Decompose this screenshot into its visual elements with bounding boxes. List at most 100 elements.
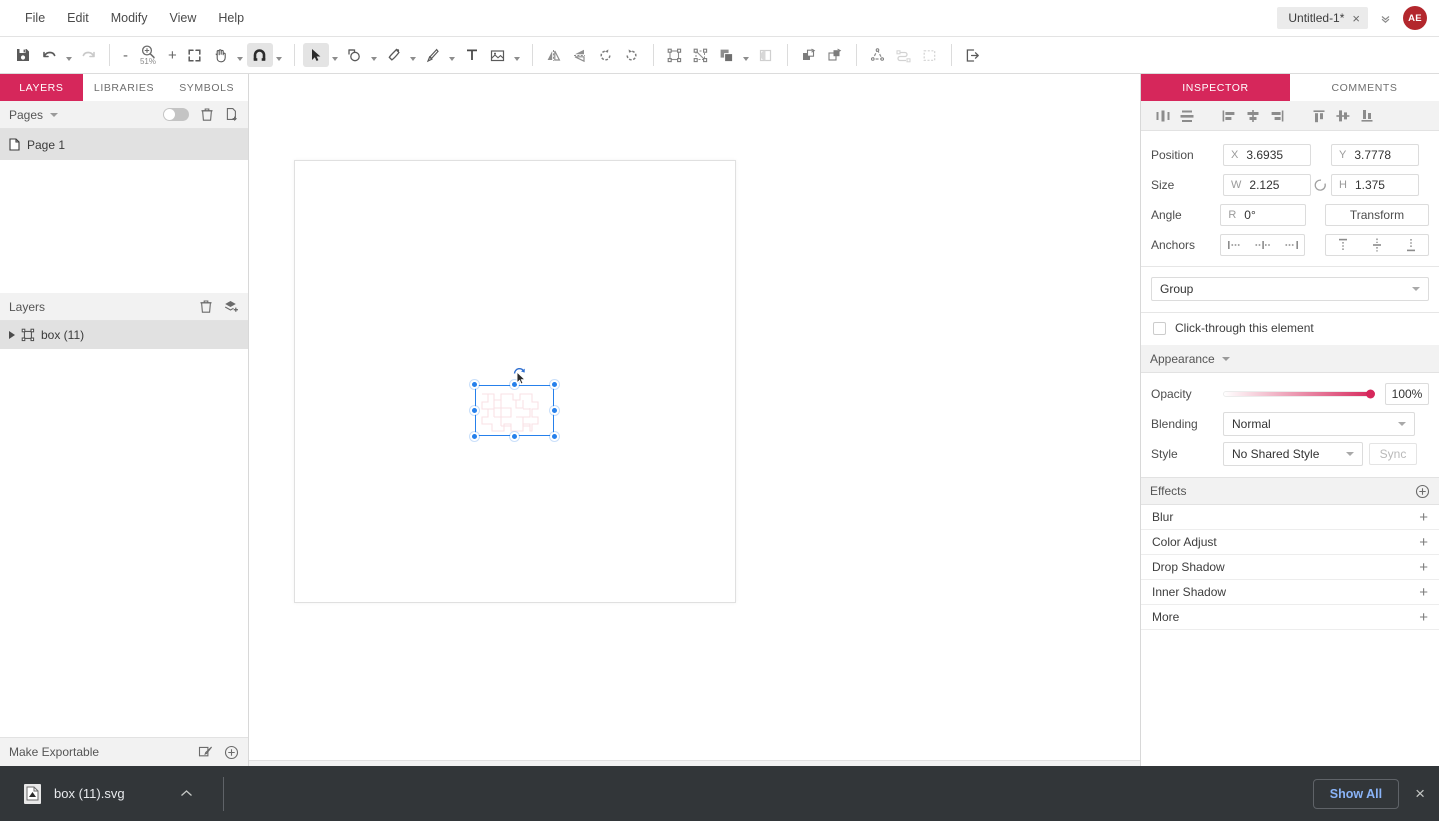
menu-edit[interactable]: Edit: [56, 7, 100, 29]
opacity-slider[interactable]: [1223, 389, 1375, 399]
bring-forward-icon[interactable]: [796, 43, 822, 67]
brush-icon[interactable]: [420, 43, 446, 67]
resize-handle-bottom-center[interactable]: [510, 432, 519, 441]
text-icon[interactable]: [459, 43, 485, 67]
image-tool-caret[interactable]: [511, 43, 524, 67]
add-page-icon[interactable]: [225, 107, 239, 122]
canvas-area[interactable]: [249, 74, 1140, 766]
click-through-checkbox[interactable]: [1153, 321, 1166, 335]
document-tab[interactable]: Untitled-1* ×: [1277, 7, 1368, 29]
page-item-page-1[interactable]: Page 1: [0, 129, 248, 160]
slice-icon[interactable]: [198, 745, 213, 759]
anchor-center-horizontal-icon[interactable]: [1250, 235, 1276, 255]
zoom-in-button[interactable]: +: [163, 47, 182, 64]
save-icon[interactable]: [10, 43, 36, 67]
selection-bounding-box[interactable]: [470, 368, 559, 441]
anchor-left-icon[interactable]: [1222, 235, 1248, 255]
object-type-select[interactable]: Group: [1151, 277, 1429, 301]
select-arrow-icon[interactable]: [302, 43, 329, 67]
tab-libraries[interactable]: LIBRARIES: [82, 74, 166, 101]
select-tool-caret[interactable]: [329, 43, 342, 67]
export-icon[interactable]: [960, 43, 986, 67]
close-icon[interactable]: ×: [1352, 12, 1360, 25]
close-icon[interactable]: ×: [1415, 785, 1425, 802]
tab-layers[interactable]: LAYERS: [0, 74, 83, 101]
pen-tool-caret[interactable]: [407, 43, 420, 67]
size-width-field[interactable]: W 2.125: [1223, 174, 1311, 196]
add-effect-icon[interactable]: +: [1419, 585, 1428, 600]
shape-icon[interactable]: [342, 43, 368, 67]
zoom-level-control[interactable]: 51%: [133, 44, 163, 66]
effect-item-drop-shadow[interactable]: Drop Shadow +: [1141, 555, 1439, 580]
artboard[interactable]: [294, 160, 736, 603]
size-height-field[interactable]: H 1.375: [1331, 174, 1419, 196]
resize-handle-top-right[interactable]: [550, 380, 559, 389]
opacity-slider-knob[interactable]: [1366, 389, 1375, 399]
opacity-value-field[interactable]: 100%: [1385, 383, 1429, 405]
snap-options-caret[interactable]: [273, 43, 286, 67]
anchor-top-icon[interactable]: [1330, 235, 1356, 255]
effect-item-blur[interactable]: Blur +: [1141, 505, 1439, 530]
image-icon[interactable]: [485, 43, 511, 67]
hand-tool-caret[interactable]: [234, 43, 247, 67]
distribute-vertical-icon[interactable]: [1175, 105, 1199, 127]
group-icon[interactable]: [662, 43, 688, 67]
resize-handle-middle-right[interactable]: [550, 406, 559, 415]
anchor-right-icon[interactable]: [1278, 235, 1304, 255]
rotate-ccw-icon[interactable]: [593, 43, 619, 67]
magnet-snap-icon[interactable]: [246, 43, 273, 67]
distribute-horizontal-icon[interactable]: [1151, 105, 1175, 127]
chevron-down-icon[interactable]: [1221, 356, 1230, 361]
hand-icon[interactable]: [208, 43, 234, 67]
undo-history-caret[interactable]: [62, 43, 75, 67]
send-backward-icon[interactable]: [822, 43, 848, 67]
plus-circle-icon[interactable]: [1415, 484, 1430, 499]
align-right-icon[interactable]: [1265, 105, 1289, 127]
anchor-bottom-icon[interactable]: [1398, 235, 1424, 255]
menu-modify[interactable]: Modify: [100, 7, 159, 29]
chevron-down-icon[interactable]: [50, 112, 59, 117]
add-effect-icon[interactable]: +: [1419, 610, 1428, 625]
resize-handle-bottom-left[interactable]: [470, 432, 479, 441]
layer-item-box-11[interactable]: box (11): [0, 321, 248, 349]
menu-help[interactable]: Help: [207, 7, 255, 29]
resize-handle-top-left[interactable]: [470, 380, 479, 389]
align-top-icon[interactable]: [1307, 105, 1331, 127]
download-item[interactable]: box (11).svg: [14, 783, 193, 804]
expand-triangle-icon[interactable]: [9, 331, 15, 339]
anchor-middle-vertical-icon[interactable]: [1364, 235, 1390, 255]
chevron-up-icon[interactable]: [180, 789, 193, 798]
plus-circle-icon[interactable]: [224, 745, 239, 760]
effect-item-more[interactable]: More +: [1141, 605, 1439, 630]
tab-comments[interactable]: COMMENTS: [1290, 74, 1439, 101]
shape-tool-caret[interactable]: [368, 43, 381, 67]
align-center-icon[interactable]: [1241, 105, 1265, 127]
style-select[interactable]: No Shared Style: [1223, 442, 1363, 466]
fit-screen-icon[interactable]: [182, 43, 208, 67]
pages-visibility-toggle[interactable]: [163, 108, 189, 121]
blending-select[interactable]: Normal: [1223, 412, 1415, 436]
align-left-icon[interactable]: [1217, 105, 1241, 127]
flip-vertical-icon[interactable]: [567, 43, 593, 67]
position-y-field[interactable]: Y 3.7778: [1331, 144, 1419, 166]
tab-symbols[interactable]: SYMBOLS: [165, 74, 249, 101]
angle-field[interactable]: R 0°: [1220, 204, 1306, 226]
undo-icon[interactable]: [36, 43, 62, 67]
link-ratio-icon[interactable]: [1311, 178, 1331, 192]
add-effect-icon[interactable]: +: [1419, 560, 1428, 575]
position-x-field[interactable]: X 3.6935: [1223, 144, 1311, 166]
menu-file[interactable]: File: [14, 7, 56, 29]
align-middle-icon[interactable]: [1331, 105, 1355, 127]
resize-handle-bottom-right[interactable]: [550, 432, 559, 441]
click-through-label[interactable]: Click-through this element: [1175, 321, 1314, 335]
boolean-ops-caret[interactable]: [740, 43, 753, 67]
transform-button[interactable]: Transform: [1324, 204, 1429, 226]
effect-item-inner-shadow[interactable]: Inner Shadow +: [1141, 580, 1439, 605]
boolean-ops-icon[interactable]: [714, 43, 740, 67]
add-effect-icon[interactable]: +: [1419, 535, 1428, 550]
trash-icon[interactable]: [199, 299, 213, 314]
tab-inspector[interactable]: INSPECTOR: [1141, 74, 1290, 101]
brush-tool-caret[interactable]: [446, 43, 459, 67]
show-all-downloads-button[interactable]: Show All: [1312, 778, 1400, 809]
align-bottom-icon[interactable]: [1355, 105, 1379, 127]
